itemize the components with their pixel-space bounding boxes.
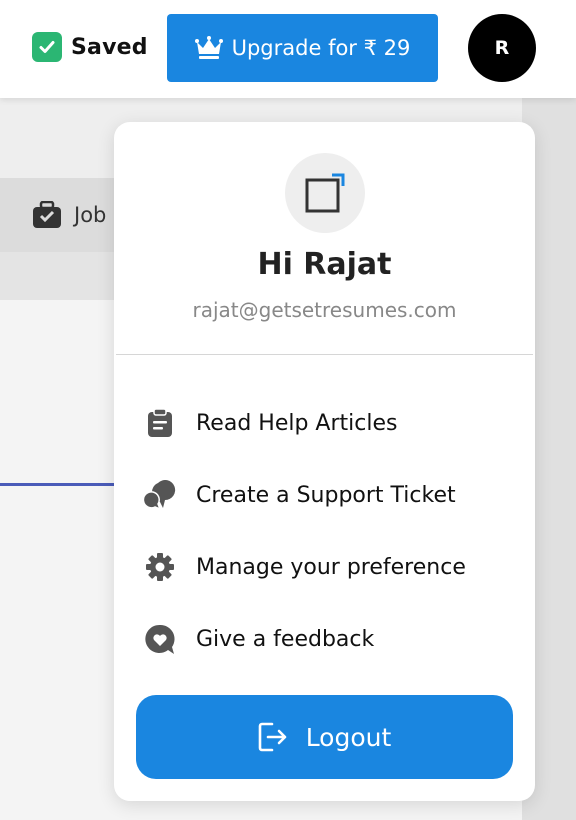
crown-icon [194, 36, 223, 60]
user-avatar[interactable]: R [468, 14, 536, 82]
menu-item-label: Create a Support Ticket [196, 482, 456, 508]
avatar-initial: R [494, 37, 510, 59]
external-link-icon [305, 173, 345, 213]
menu-item-preferences[interactable]: Manage your preference [144, 547, 514, 587]
menu-item-support-ticket[interactable]: Create a Support Ticket [144, 475, 514, 515]
jobs-tab-label: Job [74, 203, 107, 227]
divider [116, 354, 533, 355]
briefcase-icon [32, 201, 62, 229]
user-menu-dropdown: Hi Rajat rajat@getsetresumes.com Read He… [114, 122, 535, 801]
saved-status: Saved [32, 32, 148, 62]
gear-icon [144, 551, 176, 583]
clipboard-icon [144, 407, 176, 439]
top-bar: Saved Upgrade for ₹ 29 R [0, 0, 576, 98]
upgrade-button[interactable]: Upgrade for ₹ 29 [167, 14, 438, 82]
menu-item-help-articles[interactable]: Read Help Articles [144, 403, 514, 443]
heart-chat-icon [144, 623, 176, 655]
logout-button[interactable]: Logout [136, 695, 513, 779]
menu-item-label: Read Help Articles [196, 410, 398, 436]
checkmark-icon [32, 32, 62, 62]
chat-bubbles-icon [144, 479, 176, 511]
menu-item-feedback[interactable]: Give a feedback [144, 619, 514, 659]
upgrade-label: Upgrade for ₹ 29 [231, 36, 411, 60]
saved-label: Saved [71, 34, 148, 60]
menu-item-label: Manage your preference [196, 554, 466, 580]
greeting: Hi Rajat [257, 247, 392, 282]
logout-icon [258, 721, 288, 753]
user-email: rajat@getsetresumes.com [192, 298, 457, 322]
menu-item-label: Give a feedback [196, 626, 375, 652]
profile-placeholder [285, 153, 365, 233]
logout-label: Logout [305, 722, 392, 752]
